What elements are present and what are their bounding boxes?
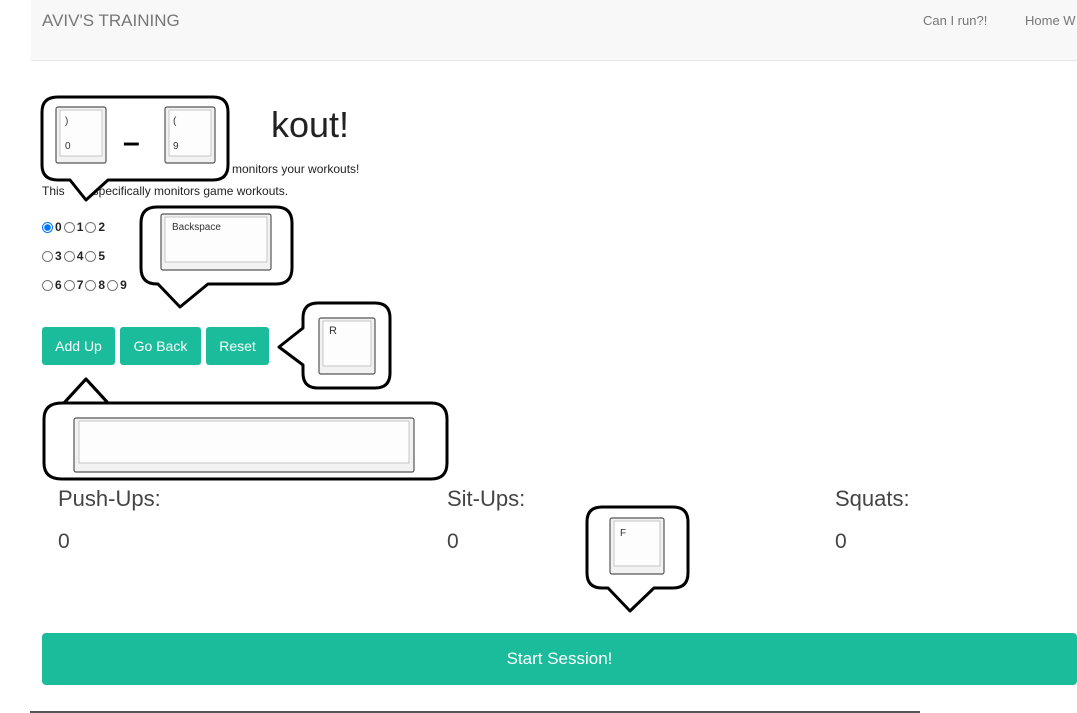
range-dash: – <box>123 126 140 159</box>
digit-keys-callout: ) 0 – ( 9 <box>40 95 230 202</box>
backspace-key-label: Backspace <box>172 222 221 233</box>
reset-key-callout: R <box>277 301 392 390</box>
f-key-label: F <box>620 528 626 539</box>
key-hint-overlay: ) 0 – ( 9 Backspace R F <box>40 95 690 613</box>
key-0-bottom-label: 0 <box>65 141 71 152</box>
r-key-label: R <box>329 325 337 337</box>
backspace-callout: Backspace <box>139 205 294 309</box>
key-0-top-label: ) <box>65 116 68 127</box>
space-key-callout <box>42 377 449 481</box>
start-key-callout: F <box>585 505 690 613</box>
key-9-bottom-label: 9 <box>173 141 179 152</box>
